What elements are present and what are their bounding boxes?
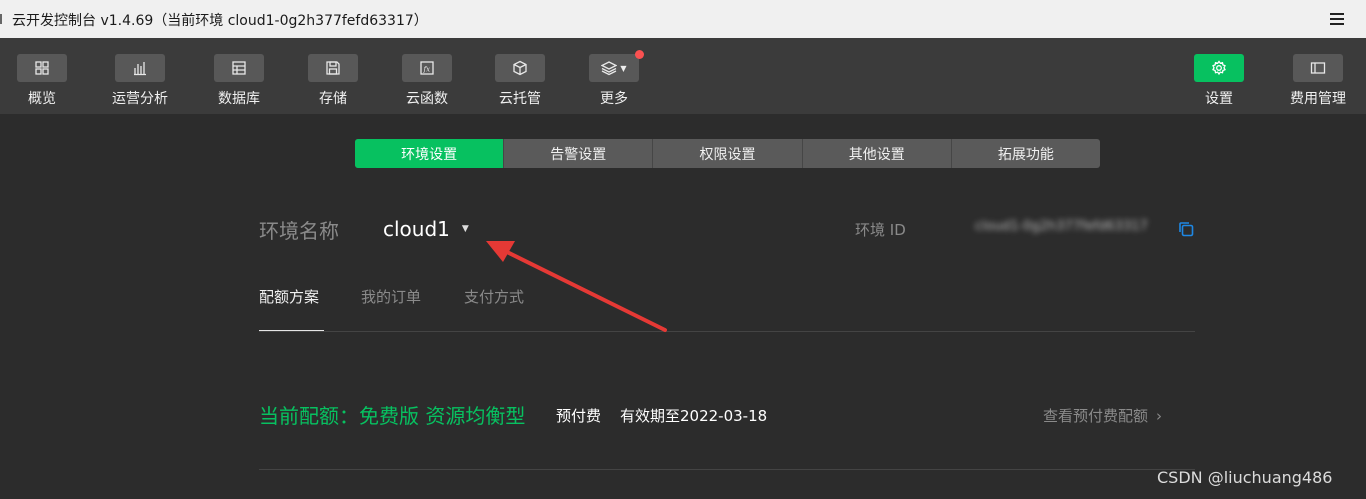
toolbar-storage-button[interactable]: 存储 [290, 38, 376, 114]
tab-env-settings[interactable]: 环境设置 [355, 139, 504, 168]
toolbar-cloud-hosting-label: 云托管 [499, 91, 541, 107]
main-toolbar: 概览 运营分析 数据库 存储 fx 云函数 云托管 ▼ 更多 设置 费用管理 [0, 38, 1366, 114]
env-id-label: 环境 ID [855, 221, 906, 239]
settings-tab-group: 环境设置 告警设置 权限设置 其他设置 拓展功能 [355, 139, 1100, 168]
env-name-value: cloud1 [383, 217, 450, 241]
toolbar-database-label: 数据库 [218, 91, 260, 107]
chevron-right-icon: › [1156, 407, 1163, 425]
view-prepaid-quota-label: 查看预付费配额 [1043, 407, 1149, 425]
subtab-payment-method[interactable]: 支付方式 [464, 286, 524, 332]
storage-icon [308, 54, 358, 82]
layers-icon: ▼ [589, 54, 639, 82]
toolbar-analytics-label: 运营分析 [112, 91, 168, 107]
payment-type: 预付费 [556, 407, 602, 425]
toolbar-database-button[interactable]: 数据库 [196, 38, 282, 114]
tab-other-settings[interactable]: 其他设置 [801, 139, 951, 168]
window-title-bar: 云开发控制台 v1.4.69（当前环境 cloud1-0g2h377fefd63… [0, 0, 1366, 38]
toolbar-billing-button[interactable]: 费用管理 [1275, 38, 1361, 114]
subtab-my-orders[interactable]: 我的订单 [361, 286, 421, 332]
env-name-label: 环境名称 [259, 219, 339, 243]
toolbar-overview-label: 概览 [28, 91, 56, 107]
quota-divider [259, 469, 1195, 470]
svg-text:fx: fx [423, 66, 431, 74]
bar-chart-icon [115, 54, 165, 82]
caret-down-icon: ▼ [461, 224, 469, 234]
hamburger-menu-icon[interactable] [1330, 13, 1344, 25]
toolbar-storage-label: 存储 [319, 91, 347, 107]
tab-alert-settings[interactable]: 告警设置 [503, 139, 652, 168]
view-prepaid-quota-link[interactable]: 查看预付费配额 › [1043, 405, 1162, 426]
quota-expiry: 有效期至2022-03-18 [620, 407, 768, 425]
copy-icon[interactable] [1178, 221, 1194, 237]
app-icon [0, 14, 6, 24]
toolbar-more-button[interactable]: ▼ 更多 [571, 38, 657, 114]
toolbar-settings-label: 设置 [1205, 91, 1233, 107]
subtab-divider [259, 331, 1195, 332]
tab-permission-settings[interactable]: 权限设置 [652, 139, 801, 168]
chevron-down-icon: ▼ [620, 63, 627, 73]
database-icon [214, 54, 264, 82]
subtab-quota-plan[interactable]: 配额方案 [259, 286, 324, 332]
toolbar-cloud-function-button[interactable]: fx 云函数 [384, 38, 470, 114]
toolbar-overview-button[interactable]: 概览 [0, 38, 85, 114]
env-name-select[interactable]: cloud1 ▼ [383, 214, 469, 244]
env-id-value: cloud1-0g2h377fefd63317 [975, 219, 1148, 234]
toolbar-more-label: 更多 [600, 91, 628, 107]
toolbar-billing-label: 费用管理 [1290, 91, 1346, 107]
current-quota-title: 当前配额：免费版 资源均衡型 [259, 404, 526, 428]
tab-extensions[interactable]: 拓展功能 [950, 139, 1100, 168]
window-title: 云开发控制台 v1.4.69（当前环境 cloud1-0g2h377fefd63… [12, 13, 428, 29]
grid-icon [17, 54, 67, 82]
cube-icon [495, 54, 545, 82]
gear-icon [1194, 54, 1244, 82]
toolbar-analytics-button[interactable]: 运营分析 [97, 38, 183, 114]
toolbar-cloud-function-label: 云函数 [406, 91, 448, 107]
function-icon: fx [402, 54, 452, 82]
notification-dot [635, 50, 644, 59]
toolbar-cloud-hosting-button[interactable]: 云托管 [477, 38, 563, 114]
billing-icon [1293, 54, 1343, 82]
toolbar-settings-button[interactable]: 设置 [1176, 38, 1262, 114]
watermark: CSDN @liuchuang486 [1157, 468, 1333, 487]
